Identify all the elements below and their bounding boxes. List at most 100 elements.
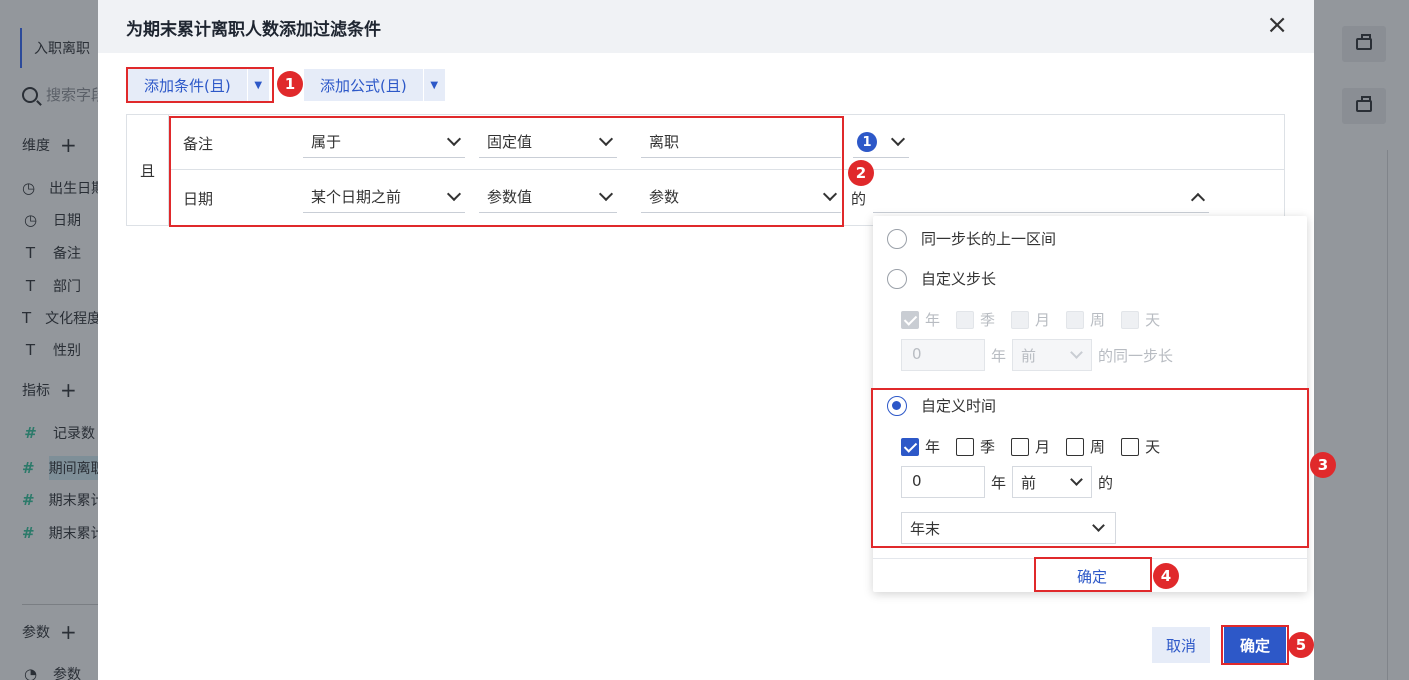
checkbox-month[interactable] xyxy=(1011,437,1030,456)
chevron-down-icon xyxy=(1070,346,1083,359)
checkbox-week[interactable] xyxy=(1066,310,1085,329)
checkbox-quarter[interactable] xyxy=(956,437,975,456)
step-badge-1: 1 xyxy=(277,71,303,97)
background-tab: 入职离职 xyxy=(20,28,100,68)
radio-custom-step[interactable]: 自定义步长 xyxy=(887,268,996,289)
indicator-item: # 期末累计 xyxy=(22,491,98,509)
indicator-item-selected: # 期间离职 xyxy=(22,456,98,480)
chevron-down-icon xyxy=(822,186,838,202)
text-type-icon: T xyxy=(25,277,36,295)
chevron-up-icon xyxy=(1190,192,1206,208)
checkbox-quarter[interactable] xyxy=(956,310,975,329)
time-config: 0 年 前 的 xyxy=(901,466,1113,498)
step-config: 0 年 前 的同一步长 xyxy=(901,339,1173,371)
and-label: 且 xyxy=(127,115,169,225)
condition-row: 备注 属于 固定值 离职 1 xyxy=(169,115,1285,170)
ok-button[interactable]: 确定 xyxy=(1224,627,1286,663)
popup-confirm-button[interactable]: 确定 xyxy=(1035,561,1149,591)
step-badge-5: 5 xyxy=(1288,632,1314,658)
dimension-item: T 文化程度 xyxy=(22,309,98,327)
add-condition-button[interactable]: 添加条件(且) ▼ xyxy=(128,69,269,101)
value-type-select[interactable]: 固定值 xyxy=(479,128,617,158)
lock-icon xyxy=(1342,88,1386,124)
search-placeholder: 搜索字段 xyxy=(46,86,107,104)
filter-dialog: 为期末累计离职人数添加过滤条件 × 添加条件(且) ▼ 1 添加公式(且) ▼ … xyxy=(98,0,1336,680)
measure-icon: # xyxy=(22,491,35,509)
parameter-select[interactable]: 参数 xyxy=(641,183,841,213)
plus-icon: + xyxy=(60,378,77,402)
close-icon[interactable]: × xyxy=(1266,12,1288,38)
dialog-title: 为期末累计离职人数添加过滤条件 xyxy=(126,20,381,40)
checkbox-month[interactable] xyxy=(1011,310,1030,329)
time-unit-checkboxes: 年 季 月 周 天 xyxy=(901,436,1160,457)
condition-table: 且 备注 属于 固定值 离职 1 日期 某个日期之前 参数值 参数 的 xyxy=(126,114,1285,226)
chevron-down-icon xyxy=(890,131,906,147)
dimension-item: T 性别 xyxy=(22,340,98,360)
section-indicator: 指标 + xyxy=(22,378,77,402)
indicator-item: # 记录数 xyxy=(22,423,98,443)
measure-icon: # xyxy=(22,524,35,542)
time-point-select[interactable]: 年末 xyxy=(901,512,1116,544)
dialog-header: 为期末累计离职人数添加过滤条件 × xyxy=(98,0,1314,53)
checkbox-week[interactable] xyxy=(1066,437,1085,456)
dimension-item: ◷出生日期 xyxy=(22,179,98,197)
text-type-icon: T xyxy=(22,309,32,327)
checkbox-year[interactable] xyxy=(901,310,919,329)
add-formula-button[interactable]: 添加公式(且) ▼ xyxy=(304,69,445,101)
chevron-down-icon xyxy=(598,186,614,202)
step-badge-2: 2 xyxy=(848,160,874,186)
popup-footer: 确定 xyxy=(873,558,1307,592)
value-dropdown[interactable] xyxy=(853,128,909,158)
operator-select[interactable]: 属于 xyxy=(303,128,465,158)
cancel-button[interactable]: 取消 xyxy=(1152,627,1210,663)
field-name: 备注 xyxy=(183,135,214,153)
radio-prev-interval[interactable]: 同一步长的上一区间 xyxy=(887,228,1056,249)
measure-icon: # xyxy=(22,459,35,477)
suffix-text: 的 xyxy=(851,190,867,208)
time-number-input[interactable]: 0 xyxy=(901,466,985,498)
text-type-icon: T xyxy=(25,244,36,262)
text-type-icon: T xyxy=(25,341,36,359)
measure-icon: # xyxy=(24,424,37,442)
background-search: 搜索字段 xyxy=(22,84,106,105)
plus-icon: + xyxy=(60,620,77,644)
section-dimension: 维度 + xyxy=(22,133,77,157)
checkbox-day[interactable] xyxy=(1121,310,1140,329)
radio-button[interactable] xyxy=(887,268,907,289)
chevron-down-icon xyxy=(598,131,614,147)
radio-button[interactable] xyxy=(887,228,907,249)
value-input[interactable]: 离职 xyxy=(641,128,841,158)
radio-button-selected[interactable] xyxy=(887,395,907,416)
dimension-item: T 备注 xyxy=(22,243,98,263)
step-number-input[interactable]: 0 xyxy=(901,339,985,371)
plus-icon: + xyxy=(60,133,77,157)
time-offset-select[interactable] xyxy=(873,183,1209,213)
parameter-icon: ◔ xyxy=(23,665,38,680)
operator-select[interactable]: 某个日期之前 xyxy=(303,183,465,213)
time-direction-select[interactable]: 前 xyxy=(1012,466,1093,498)
step-badge-3: 3 xyxy=(1310,452,1336,478)
step-badge-4: 4 xyxy=(1153,563,1179,589)
add-condition-label: 添加条件(且) xyxy=(144,76,231,95)
caret-down-icon[interactable]: ▼ xyxy=(422,69,445,101)
field-name: 日期 xyxy=(183,190,214,208)
value-type-select[interactable]: 参数值 xyxy=(479,183,617,213)
divider xyxy=(22,604,98,605)
indicator-item: # 期末累计 xyxy=(22,524,98,542)
parameter-item: ◔ 参数 xyxy=(22,664,98,680)
caret-down-icon[interactable]: ▼ xyxy=(246,69,269,101)
chevron-down-icon xyxy=(1070,473,1083,486)
chevron-down-icon xyxy=(1092,519,1105,532)
checkbox-year[interactable] xyxy=(901,437,919,456)
background-right-strip xyxy=(1314,150,1388,680)
time-offset-popup: 同一步长的上一区间 自定义步长 年 季 月 周 天 0 年 前 的同一步长 自定… xyxy=(873,216,1307,592)
checkbox-day[interactable] xyxy=(1121,437,1140,456)
chevron-down-icon xyxy=(446,131,462,147)
step-direction-select[interactable]: 前 xyxy=(1012,339,1093,371)
radio-custom-time[interactable]: 自定义时间 xyxy=(887,395,996,416)
lock-icon xyxy=(1342,26,1386,62)
section-parameter: 参数 + xyxy=(22,620,77,644)
clock-icon: ◷ xyxy=(22,179,36,197)
search-icon xyxy=(22,86,38,103)
dimension-item: T 部门 xyxy=(22,276,98,296)
